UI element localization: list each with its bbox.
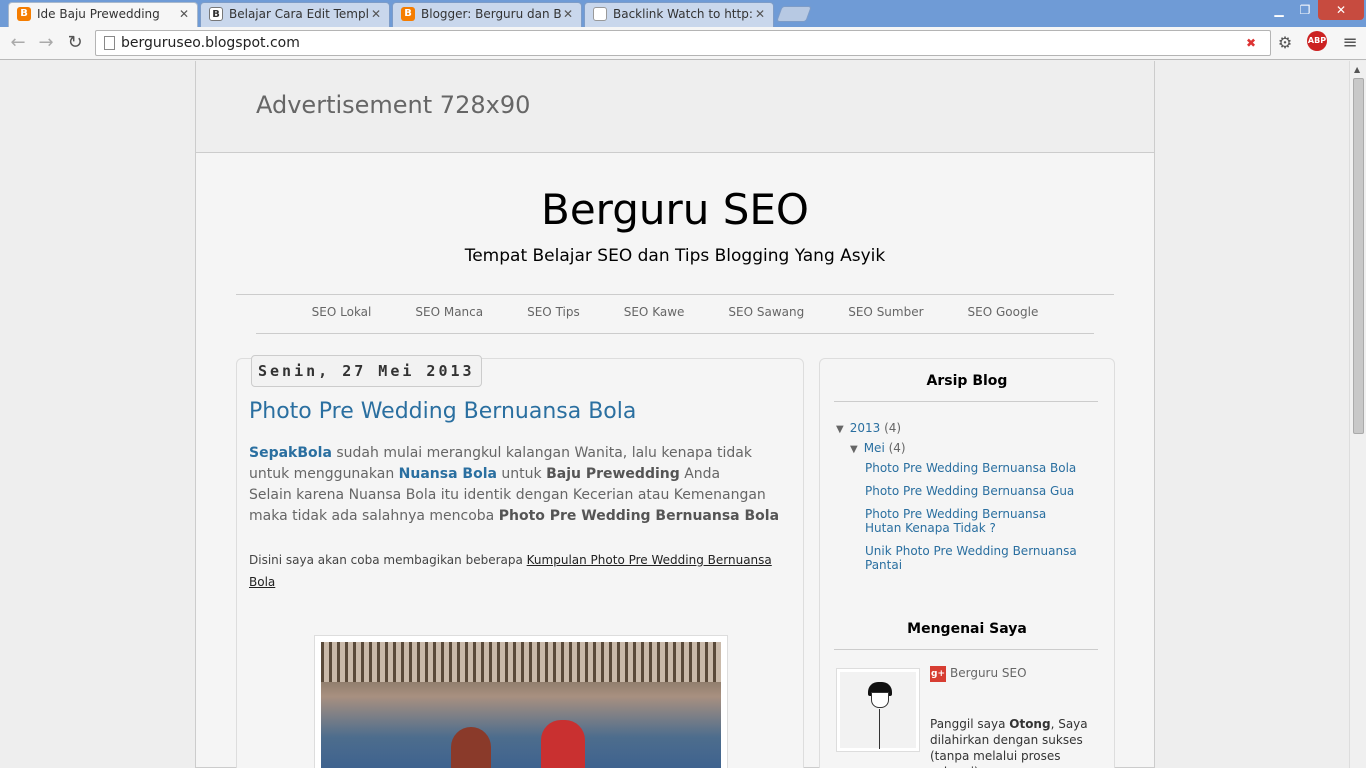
blog-container: Advertisement 728x90 Berguru SEO Tempat … — [195, 61, 1155, 768]
post: Senin, 27 Mei 2013 Photo Pre Wedding Ber… — [236, 355, 804, 768]
tab-title: Belajar Cara Edit Template — [229, 7, 369, 21]
adblock-icon[interactable]: ABP — [1307, 31, 1327, 51]
page-icon — [104, 36, 115, 50]
divider — [236, 294, 1114, 295]
post-body: SepakBola sudah mulai merangkul kalangan… — [249, 443, 789, 527]
settings-gear-icon[interactable]: ⚙ — [1273, 31, 1297, 55]
triangle-down-icon[interactable]: ▼ — [836, 424, 844, 435]
avatar-face — [871, 692, 889, 708]
tab-title: Backlink Watch to http://v — [613, 7, 753, 21]
about-title: Mengenai Saya — [907, 621, 1027, 637]
close-icon[interactable]: ✕ — [179, 3, 189, 25]
month-count: (4) — [888, 441, 906, 455]
scrollbar-thumb[interactable] — [1353, 78, 1364, 434]
nav-item-seo-kawe[interactable]: SEO Kawe — [624, 305, 685, 319]
back-icon[interactable]: ← — [6, 31, 30, 55]
link-sepakbola[interactable]: SepakBola — [249, 445, 332, 461]
nav-item-seo-sumber[interactable]: SEO Sumber — [848, 305, 923, 319]
advertisement-text: Advertisement 728x90 — [256, 91, 531, 119]
post-text: Disini saya akan coba membagikan beberap… — [249, 553, 527, 567]
archive-month[interactable]: ▼ Mei (4) — [850, 441, 906, 455]
archive-post-link[interactable]: Photo Pre Wedding Bernuansa Gua — [865, 484, 1095, 498]
archive-post-link[interactable]: Unik Photo Pre Wedding Bernuansa Pantai — [865, 544, 1085, 572]
author-name[interactable]: Berguru SEO — [950, 666, 1027, 680]
minimize-icon[interactable]: ▁ — [1270, 0, 1288, 20]
nav-item-seo-tips[interactable]: SEO Tips — [527, 305, 580, 319]
vertical-scrollbar[interactable]: ▲ — [1349, 61, 1366, 768]
archive-year[interactable]: ▼ 2013 (4) — [836, 421, 901, 435]
close-icon[interactable]: ✕ — [755, 3, 765, 25]
stadium-photo — [321, 642, 721, 768]
divider — [256, 333, 1094, 334]
post-title[interactable]: Photo Pre Wedding Bernuansa Bola — [249, 399, 636, 424]
menu-icon[interactable]: ≡ — [1338, 31, 1362, 55]
window-close-icon[interactable]: ✕ — [1318, 0, 1364, 20]
browser-toolbar: ← → ↻ berguruseo.blogspot.com ✖ ⚙ ABP ≡ — [0, 27, 1366, 60]
stadium-roof — [321, 642, 721, 682]
nav-item-seo-lokal[interactable]: SEO Lokal — [312, 305, 372, 319]
archive-post-link[interactable]: Photo Pre Wedding Bernuansa Bola — [865, 461, 1095, 475]
post-text: Anda — [679, 466, 721, 482]
blog-description: Tempat Belajar SEO dan Tips Blogging Yan… — [464, 246, 886, 266]
avatar-body — [879, 709, 880, 749]
tab-2[interactable]: B Belajar Cara Edit Template ✕ — [200, 2, 390, 27]
web-page: Advertisement 728x90 Berguru SEO Tempat … — [0, 61, 1349, 768]
nav-item-seo-manca[interactable]: SEO Manca — [415, 305, 483, 319]
post-intro: Disini saya akan coba membagikan beberap… — [249, 549, 789, 593]
tab-3[interactable]: B Blogger: Berguru dan Bela ✕ — [392, 2, 582, 27]
scroll-up-icon[interactable]: ▲ — [1354, 65, 1360, 74]
avatar[interactable] — [836, 668, 920, 752]
divider — [834, 401, 1098, 402]
year-count: (4) — [884, 421, 902, 435]
triangle-down-icon[interactable]: ▼ — [850, 444, 858, 455]
link-nuansa-bola[interactable]: Nuansa Bola — [399, 466, 497, 482]
reload-icon[interactable]: ↻ — [63, 31, 87, 55]
archive-post-link[interactable]: Photo Pre Wedding Bernuansa Hutan Kenapa… — [865, 507, 1085, 535]
sidebar: Arsip Blog ▼ 2013 (4) ▼ Mei (4) Photo Pre … — [819, 358, 1115, 768]
tab-bar: B Ide Baju Prewedding ✕ B Belajar Cara E… — [0, 0, 1366, 27]
post-date: Senin, 27 Mei 2013 — [251, 355, 482, 387]
post-bold: Photo Pre Wedding Bernuansa Bola — [498, 508, 780, 524]
archive-title: Arsip Blog — [926, 373, 1008, 389]
advertisement-banner[interactable]: Advertisement 728x90 — [196, 61, 1154, 153]
nav-item-seo-sawang[interactable]: SEO Sawang — [728, 305, 804, 319]
person-2 — [541, 720, 585, 768]
about-text: Panggil saya Otong, Saya dilahirkan deng… — [930, 716, 1106, 768]
about-text-part: Panggil saya — [930, 717, 1010, 731]
blogger-icon: B — [17, 7, 31, 21]
year-label[interactable]: 2013 — [850, 421, 881, 435]
tab-title: Ide Baju Prewedding — [37, 7, 160, 21]
tab-1[interactable]: B Ide Baju Prewedding ✕ — [8, 2, 198, 27]
b-icon: B — [209, 7, 223, 21]
blogger-icon: B — [401, 7, 415, 21]
nav-item-seo-google[interactable]: SEO Google — [968, 305, 1039, 319]
forward-icon[interactable]: → — [34, 31, 58, 55]
nav-menu: SEO Lokal SEO Manca SEO Tips SEO Kawe SEO Sa… — [196, 305, 1154, 319]
popup-blocked-icon[interactable]: ✖ — [1246, 35, 1262, 51]
month-label[interactable]: Mei — [864, 441, 885, 455]
url-text: berguruseo.blogspot.com — [121, 35, 300, 51]
tab-4[interactable]: Backlink Watch to http://v ✕ — [584, 2, 774, 27]
person-1 — [451, 727, 491, 768]
close-icon[interactable]: ✕ — [371, 3, 381, 25]
blog-title[interactable]: Berguru SEO — [196, 185, 1154, 234]
avatar-image — [840, 672, 916, 749]
address-bar[interactable]: berguruseo.blogspot.com ✖ — [95, 30, 1271, 56]
post-image[interactable] — [314, 635, 728, 768]
post-bold: Baju Prewedding — [546, 466, 680, 482]
post-text: untuk — [496, 466, 547, 482]
divider — [834, 649, 1098, 650]
author-nickname: Otong — [1009, 717, 1051, 731]
new-tab-button[interactable] — [776, 6, 812, 22]
page-icon — [593, 7, 607, 21]
close-icon[interactable]: ✕ — [563, 3, 573, 25]
tab-title: Blogger: Berguru dan Bela — [421, 7, 561, 21]
google-plus-icon[interactable]: g+ — [930, 666, 946, 682]
maximize-icon[interactable]: ❐ — [1296, 0, 1314, 20]
